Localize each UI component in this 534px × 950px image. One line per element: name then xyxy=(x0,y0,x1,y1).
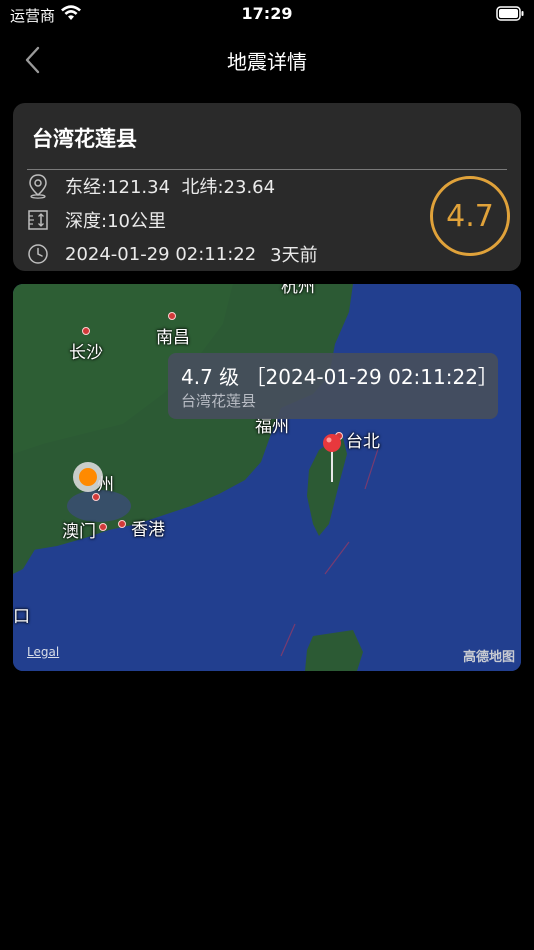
depth-row: 深度:10公里 xyxy=(27,206,166,234)
quake-callout[interactable]: 4.7 级 ［2024-01-29 02:11:22］ 台湾花莲县 xyxy=(168,353,498,419)
map-view[interactable]: 杭州 南昌 长沙 福州 台北 州 澳门 香港 口 4.7 级 ［2024-01-… xyxy=(13,284,521,671)
clock-icon xyxy=(28,244,48,264)
depth-text: 深度:10公里 xyxy=(65,211,166,232)
datetime-text: 2024-01-29 02:11:22 xyxy=(65,243,257,265)
status-bar: 运营商 17:29 xyxy=(0,0,534,30)
callout-title: 4.7 级 ［2024-01-29 02:11:22］ xyxy=(181,365,498,389)
city-dot-macau xyxy=(99,523,107,531)
map-provider-logo: 高德地图 xyxy=(462,650,515,665)
legal-link[interactable]: Legal xyxy=(27,645,59,659)
city-label-hangzhou: 杭州 xyxy=(281,284,315,297)
city-dot-hongkong xyxy=(118,520,126,528)
clock: 17:29 xyxy=(241,4,293,23)
battery-icon xyxy=(496,6,524,21)
city-label-macau: 澳门 xyxy=(62,522,96,542)
depth-ruler-icon xyxy=(28,210,48,230)
city-dot-changsha xyxy=(82,327,90,335)
city-dot-nanchang xyxy=(168,312,176,320)
quake-info-card: 台湾花莲县 东经:121.34 北纬:23.64 深度:10公里 2024-01… xyxy=(13,103,521,271)
location-pin-icon xyxy=(29,174,47,199)
time-row: 2024-01-29 02:11:22 3天前 xyxy=(27,240,318,268)
city-label-hongkong: 香港 xyxy=(131,520,165,540)
place-name: 台湾花莲县 xyxy=(32,127,137,151)
epicenter-pin-icon[interactable] xyxy=(321,432,343,484)
city-label-edge: 口 xyxy=(13,607,30,627)
current-location-marker[interactable] xyxy=(72,461,104,493)
city-label-nanchang: 南昌 xyxy=(156,328,190,348)
magnitude-value: 4.7 xyxy=(446,198,494,234)
city-label-taipei: 台北 xyxy=(346,432,380,452)
city-dot-dongguan xyxy=(92,493,100,501)
divider xyxy=(27,169,507,170)
callout-subtitle: 台湾花莲县 xyxy=(181,392,257,410)
city-label-changsha: 长沙 xyxy=(69,343,103,363)
page-title: 地震详情 xyxy=(227,50,307,74)
coords-text: 东经:121.34 北纬:23.64 xyxy=(65,177,276,198)
magnitude-badge: 4.7 xyxy=(430,176,510,256)
coords-row: 东经:121.34 北纬:23.64 xyxy=(27,172,275,200)
navigation-bar: 地震详情 xyxy=(0,30,534,88)
relative-time: 3天前 xyxy=(270,245,318,266)
